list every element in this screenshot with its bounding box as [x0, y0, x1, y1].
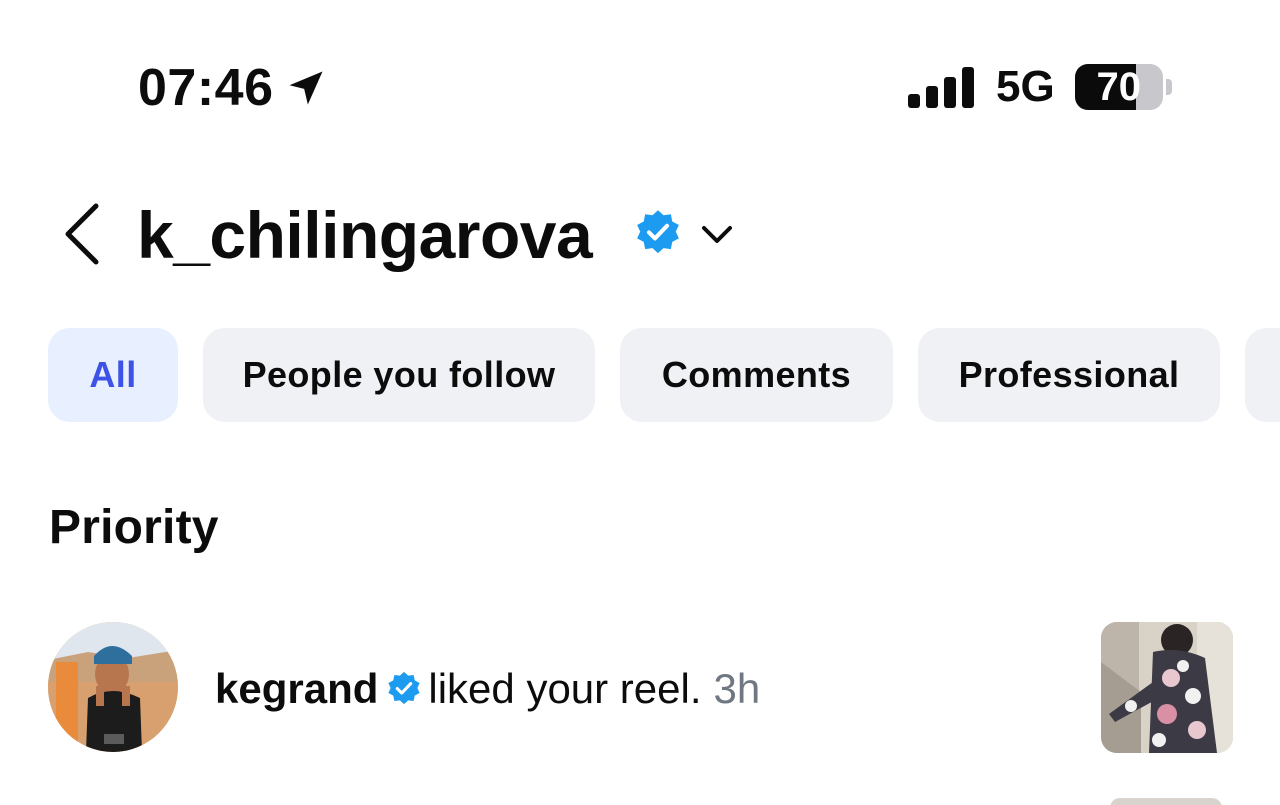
notifications-screen: 07:46 5G 70 k_chilingarova All People yo… [0, 0, 1280, 805]
filter-next-partial[interactable] [1245, 328, 1280, 422]
notification-username[interactable]: kegrand [215, 662, 378, 716]
next-notification-thumbnail-partial[interactable] [1110, 798, 1222, 805]
battery-percentage: 70 [1096, 64, 1141, 109]
reel-thumbnail[interactable] [1101, 622, 1233, 753]
notification-action: liked your reel. [428, 665, 702, 712]
account-username[interactable]: k_chilingarova [137, 196, 593, 274]
status-indicators: 5G 70 [908, 62, 1172, 112]
avatar-photo [48, 622, 178, 752]
battery-cap [1165, 79, 1172, 95]
filter-people-you-follow[interactable]: People you follow [203, 328, 595, 422]
reel-thumbnail-image [1101, 622, 1233, 753]
notification-text[interactable]: kegrand liked your reel. 3h [215, 662, 760, 716]
notification-timestamp: 3h [713, 665, 761, 712]
battery-icon: 70 [1074, 64, 1163, 110]
cellular-signal-icon [908, 67, 974, 108]
time-label: 07:46 [138, 59, 274, 117]
avatar[interactable] [48, 622, 178, 752]
filter-tabs: All People you follow Comments Professio… [48, 328, 1280, 422]
filter-all[interactable]: All [48, 328, 178, 422]
chevron-down-icon[interactable] [700, 222, 734, 246]
verified-badge-icon [637, 210, 679, 254]
network-type: 5G [996, 62, 1055, 111]
filter-professional[interactable]: Professional [918, 328, 1220, 422]
verified-badge-icon [388, 671, 421, 705]
back-chevron-icon[interactable] [60, 202, 104, 266]
location-arrow-icon [289, 71, 322, 105]
filter-comments[interactable]: Comments [620, 328, 893, 422]
section-title-priority: Priority [49, 501, 219, 554]
status-time: 07:46 [138, 58, 328, 118]
